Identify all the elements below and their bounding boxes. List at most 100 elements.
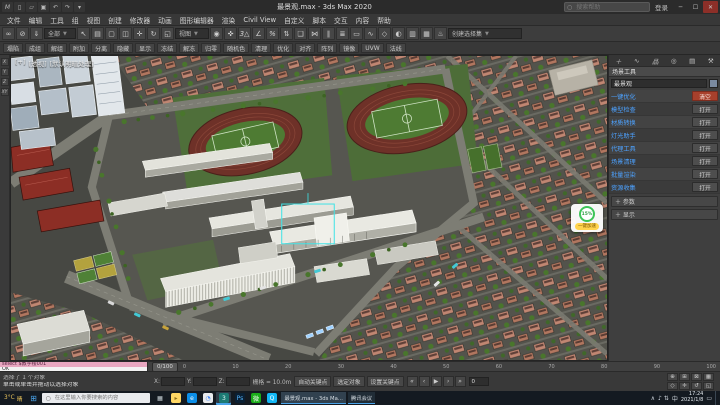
tool-link[interactable]: 资源收集: [611, 183, 690, 192]
align-icon[interactable]: ∥: [322, 27, 335, 40]
zoom-extents-icon[interactable]: ⊠: [691, 373, 702, 381]
undo-icon[interactable]: ↶: [50, 2, 61, 12]
rect-region-icon[interactable]: ▢: [105, 27, 118, 40]
rollout-header[interactable]: ＋ 显示: [611, 209, 718, 220]
menu-item[interactable]: 编辑: [25, 15, 47, 25]
tool-row-button[interactable]: 打开: [692, 143, 718, 153]
tool-row-button[interactable]: 打开: [692, 130, 718, 140]
menu-item[interactable]: 视图: [83, 15, 105, 25]
volume-icon[interactable]: ♪: [658, 395, 662, 402]
tool-button[interactable]: 成组: [25, 43, 46, 53]
rendered-frame-icon[interactable]: ▦: [420, 27, 433, 40]
menu-item[interactable]: 创建: [104, 15, 126, 25]
mirror-icon[interactable]: ⋈: [308, 27, 321, 40]
tool-row-button[interactable]: 打开: [692, 156, 718, 166]
explorer-icon[interactable]: ▸: [168, 392, 183, 405]
object-name-field[interactable]: [611, 79, 707, 88]
orbit-icon[interactable]: ↺: [691, 382, 702, 390]
layer-explorer-icon[interactable]: ≣: [336, 27, 349, 40]
select-link-icon[interactable]: ∞: [2, 27, 15, 40]
viewport-label[interactable]: [透视]: [29, 58, 47, 68]
next-frame-icon[interactable]: ›: [442, 376, 454, 387]
photoshop-icon[interactable]: Ps: [232, 392, 247, 405]
close-button[interactable]: ✕: [703, 1, 718, 13]
tool-row-button[interactable]: 打开: [692, 117, 718, 127]
memory-speedup-widget[interactable]: 15% 一键加速: [571, 204, 603, 232]
maxscript-mini-listener[interactable]: select $教学楼001 OK: [0, 362, 148, 371]
axis-y-icon[interactable]: Y: [0, 68, 9, 76]
go-end-icon[interactable]: »: [454, 376, 466, 387]
show-desktop-button[interactable]: [715, 391, 718, 405]
ime-indicator[interactable]: 中: [672, 394, 678, 403]
tool-row-button[interactable]: 清空: [692, 91, 718, 101]
new-file-icon[interactable]: ▯: [14, 2, 25, 12]
edit-selection-set-icon[interactable]: ❑: [294, 27, 307, 40]
menu-item[interactable]: 内容: [352, 15, 374, 25]
menu-item[interactable]: Civil View: [239, 16, 280, 24]
utilities-tab-icon[interactable]: ⚒: [702, 55, 720, 66]
menu-item[interactable]: 脚本: [308, 15, 330, 25]
motion-tab-icon[interactable]: ◎: [665, 55, 684, 66]
tool-button[interactable]: 归零: [201, 43, 222, 53]
menu-item[interactable]: 交互: [330, 15, 352, 25]
taskbar-clock[interactable]: 17:24 2021/1/8: [681, 391, 703, 404]
tool-button[interactable]: 分离: [91, 43, 112, 53]
axis-xy-icon[interactable]: XY: [0, 88, 9, 96]
selection-filter-combo[interactable]: 全部 ▼: [44, 28, 76, 39]
menu-item[interactable]: 渲染: [218, 15, 240, 25]
open-file-icon[interactable]: ▱: [26, 2, 37, 12]
menu-item[interactable]: 帮助: [373, 15, 395, 25]
task-view-icon[interactable]: ▦: [152, 392, 167, 405]
play-icon[interactable]: ▶: [430, 376, 442, 387]
render-setup-icon[interactable]: ▥: [406, 27, 419, 40]
bind-spacewarp-icon[interactable]: ⇓: [30, 27, 43, 40]
zoom-extents-all-icon[interactable]: ▦: [703, 373, 714, 381]
schematic-view-icon[interactable]: ◇: [378, 27, 391, 40]
menu-item[interactable]: 文件: [3, 15, 25, 25]
current-frame-field[interactable]: 0: [468, 377, 489, 386]
network-icon[interactable]: ⇅: [664, 395, 669, 402]
select-rotate-icon[interactable]: ↻: [147, 27, 160, 40]
viewport-label[interactable]: [+]: [15, 58, 26, 68]
spinner-snap-icon[interactable]: ⇅: [280, 27, 293, 40]
edge-icon[interactable]: e: [184, 392, 199, 405]
time-slider[interactable]: 0/100 0 10 20 30 40 50 60 70 80 90 100: [148, 361, 720, 372]
select-manipulate-icon[interactable]: ✜: [224, 27, 237, 40]
search-input[interactable]: [574, 2, 647, 12]
select-scale-icon[interactable]: ◱: [161, 27, 174, 40]
rollout-header[interactable]: ＋ 参数: [611, 196, 718, 207]
tool-button[interactable]: 解冻: [179, 43, 200, 53]
percent-snap-icon[interactable]: %: [266, 27, 279, 40]
tool-link[interactable]: 灯光助手: [611, 131, 690, 140]
tool-button[interactable]: 镜像: [339, 43, 360, 53]
tool-button[interactable]: 显示: [135, 43, 156, 53]
menu-item[interactable]: 修改器: [126, 15, 154, 25]
hierarchy-tab-icon[interactable]: 品: [646, 55, 665, 66]
display-tab-icon[interactable]: ▤: [683, 55, 702, 66]
tool-row-button[interactable]: 打开: [692, 169, 718, 179]
tool-link[interactable]: 批量渲染: [611, 170, 690, 179]
weather-widget[interactable]: 3°C 晴: [2, 394, 24, 403]
prev-frame-icon[interactable]: ‹: [418, 376, 430, 387]
named-selection-sets-combo[interactable]: 创建选择集 ▼: [448, 28, 522, 39]
menu-item[interactable]: 组: [68, 15, 83, 25]
tool-link[interactable]: 代理工具: [611, 144, 690, 153]
save-icon[interactable]: ▣: [38, 2, 49, 12]
selected-dropdown[interactable]: 选定对象: [333, 376, 365, 387]
taskbar-window-button[interactable]: 最景观.max - 3ds Ma...: [281, 392, 346, 404]
tool-link[interactable]: 一键优化: [611, 92, 690, 101]
chrome-icon[interactable]: ◔: [200, 392, 215, 405]
menu-item[interactable]: 自定义: [280, 15, 308, 25]
qq-icon[interactable]: Q: [264, 392, 279, 405]
snap-toggle-icon[interactable]: 3△: [238, 27, 251, 40]
maximize-viewport-icon[interactable]: ◱: [703, 382, 714, 390]
redo-icon[interactable]: ↷: [62, 2, 73, 12]
modify-tab-icon[interactable]: ∿: [628, 55, 647, 66]
tool-button[interactable]: 阵列: [317, 43, 338, 53]
start-button[interactable]: ⊞: [26, 394, 40, 403]
angle-snap-icon[interactable]: ∠: [252, 27, 265, 40]
tool-button[interactable]: 对齐: [295, 43, 316, 53]
axis-x-icon[interactable]: X: [0, 58, 9, 66]
tool-button[interactable]: 塌陷: [3, 43, 24, 53]
tool-button[interactable]: 随机色: [223, 43, 250, 53]
